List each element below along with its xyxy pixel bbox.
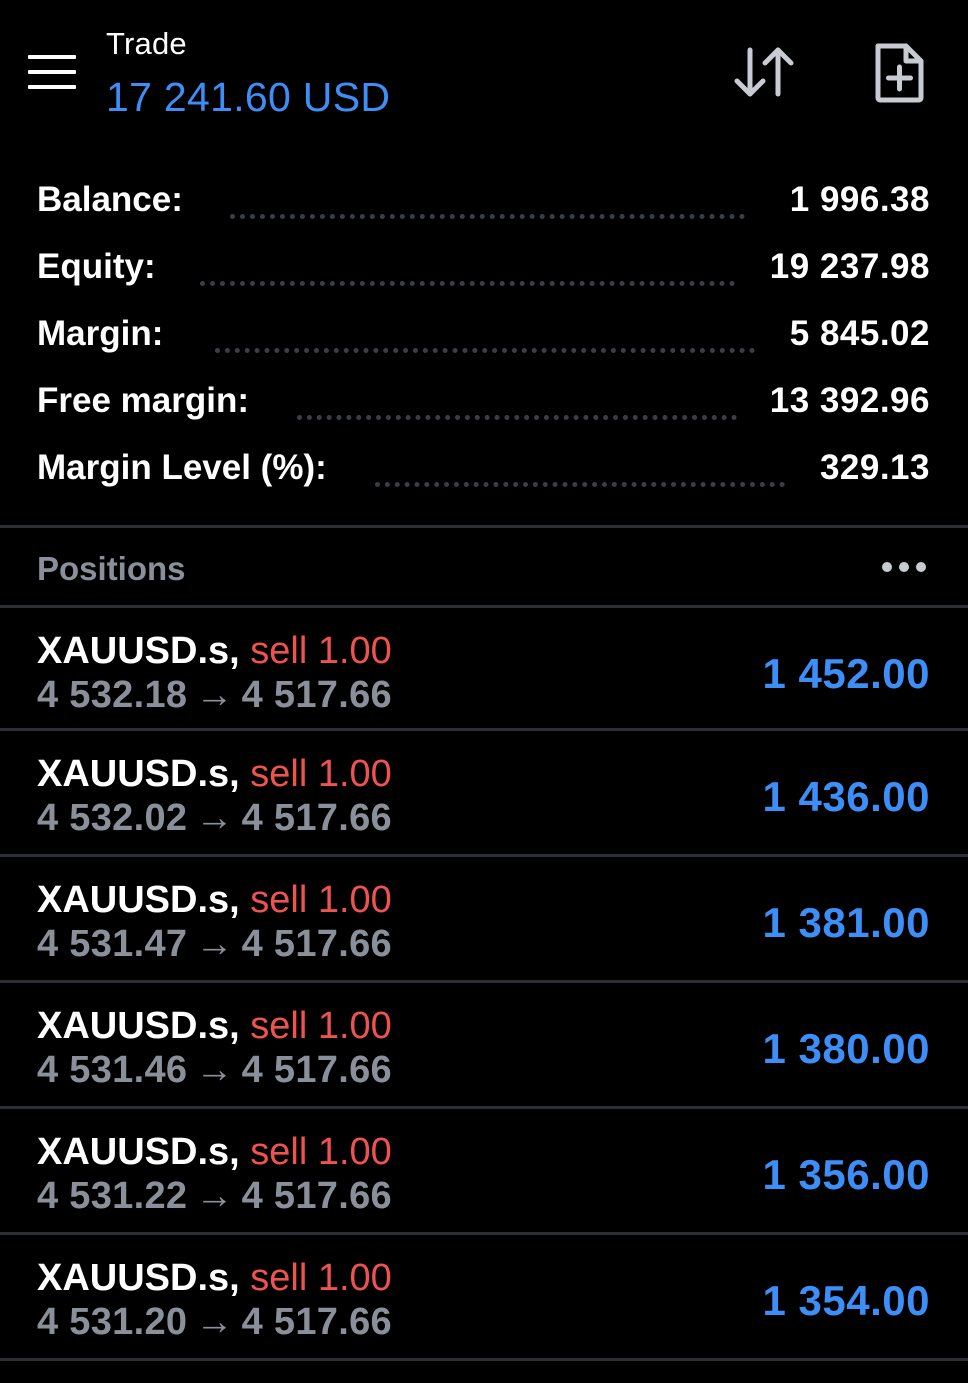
position-symbol: XAUUSD.s, bbox=[37, 1131, 240, 1173]
dot bbox=[882, 562, 892, 572]
position-prices: 4 531.47 → 4 517.66 bbox=[37, 923, 392, 966]
positions-list: XAUUSD.s, sell 1.00 4 532.18 → 4 517.66 1 … bbox=[0, 605, 968, 1361]
account-value: 17 241.60 USD bbox=[106, 74, 391, 120]
dot-leader bbox=[230, 189, 745, 219]
position-profit: 1 452.00 bbox=[762, 650, 930, 697]
position-symbol: XAUUSD.s, bbox=[37, 753, 240, 795]
position-side: sell 1.00 bbox=[250, 1005, 392, 1047]
position-title-line: XAUUSD.s, sell 1.00 bbox=[37, 1257, 392, 1300]
arrow-right-icon: → bbox=[195, 1175, 234, 1217]
current-price: 4 517.66 bbox=[241, 797, 392, 839]
free-margin-value: 13 392.96 bbox=[769, 381, 930, 420]
current-price: 4 517.66 bbox=[241, 674, 392, 716]
position-row[interactable]: XAUUSD.s, sell 1.00 4 532.02 → 4 517.66 1 … bbox=[0, 731, 968, 857]
arrow-right-icon: → bbox=[195, 1301, 234, 1343]
position-side: sell 1.00 bbox=[250, 1257, 392, 1299]
balance-row: Balance: 1 996.38 bbox=[0, 170, 968, 237]
arrow-right-icon: → bbox=[195, 1049, 234, 1091]
position-title-line: XAUUSD.s, sell 1.00 bbox=[37, 630, 392, 673]
position-row[interactable]: XAUUSD.s, sell 1.00 4 531.22 → 4 517.66 1 … bbox=[0, 1109, 968, 1235]
position-prices: 4 531.22 → 4 517.66 bbox=[37, 1175, 392, 1218]
dot-leader bbox=[297, 390, 737, 420]
position-prices: 4 531.46 → 4 517.66 bbox=[37, 1049, 392, 1092]
dot bbox=[899, 562, 909, 572]
open-price: 4 531.47 bbox=[37, 923, 188, 965]
open-price: 4 532.18 bbox=[37, 674, 188, 716]
position-side: sell 1.00 bbox=[250, 630, 392, 672]
position-profit: 1 381.00 bbox=[762, 899, 930, 946]
open-price: 4 531.46 bbox=[37, 1049, 188, 1091]
position-title-line: XAUUSD.s, sell 1.00 bbox=[37, 1005, 392, 1048]
position-symbol: XAUUSD.s, bbox=[37, 1257, 240, 1299]
positions-header: Positions bbox=[0, 528, 968, 605]
app-header: Trade 17 241.60 USD bbox=[0, 0, 968, 150]
free-margin-label: Free margin: bbox=[37, 381, 249, 420]
hamburger-menu-icon[interactable] bbox=[28, 55, 76, 89]
dot-leader bbox=[215, 323, 755, 353]
position-profit: 1 380.00 bbox=[762, 1025, 930, 1072]
menu-line bbox=[28, 55, 76, 59]
current-price: 4 517.66 bbox=[241, 1175, 392, 1217]
new-document-plus-icon[interactable] bbox=[872, 42, 926, 104]
equity-value: 19 237.98 bbox=[769, 247, 930, 286]
balance-value: 1 996.38 bbox=[789, 180, 930, 219]
current-price: 4 517.66 bbox=[241, 1301, 392, 1343]
current-price: 4 517.66 bbox=[241, 1049, 392, 1091]
equity-label: Equity: bbox=[37, 247, 156, 286]
position-title-line: XAUUSD.s, sell 1.00 bbox=[37, 753, 392, 796]
current-price: 4 517.66 bbox=[241, 923, 392, 965]
position-profit: 1 354.00 bbox=[762, 1277, 930, 1324]
position-title-line: XAUUSD.s, sell 1.00 bbox=[37, 1131, 392, 1174]
menu-line bbox=[28, 70, 76, 74]
position-row[interactable]: XAUUSD.s, sell 1.00 4 531.47 → 4 517.66 1 … bbox=[0, 857, 968, 983]
position-side: sell 1.00 bbox=[250, 1131, 392, 1173]
balance-label: Balance: bbox=[37, 180, 183, 219]
menu-line bbox=[28, 85, 76, 89]
position-row[interactable]: XAUUSD.s, sell 1.00 4 532.18 → 4 517.66 1 … bbox=[0, 605, 968, 731]
margin-level-label: Margin Level (%): bbox=[37, 448, 327, 487]
more-options-icon[interactable] bbox=[882, 556, 928, 578]
equity-row: Equity: 19 237.98 bbox=[0, 237, 968, 304]
arrow-right-icon: → bbox=[195, 674, 234, 716]
sort-arrows-icon[interactable] bbox=[732, 44, 796, 100]
position-prices: 4 532.02 → 4 517.66 bbox=[37, 797, 392, 840]
position-symbol: XAUUSD.s, bbox=[37, 630, 240, 672]
positions-title: Positions bbox=[37, 550, 186, 587]
position-row[interactable]: XAUUSD.s, sell 1.00 4 531.46 → 4 517.66 1 … bbox=[0, 983, 968, 1109]
open-price: 4 532.02 bbox=[37, 797, 188, 839]
position-side: sell 1.00 bbox=[250, 879, 392, 921]
open-price: 4 531.20 bbox=[37, 1301, 188, 1343]
position-profit: 1 356.00 bbox=[762, 1151, 930, 1198]
dot-leader bbox=[375, 457, 785, 487]
open-price: 4 531.22 bbox=[37, 1175, 188, 1217]
position-side: sell 1.00 bbox=[250, 753, 392, 795]
position-prices: 4 532.18 → 4 517.66 bbox=[37, 674, 392, 717]
position-row[interactable]: XAUUSD.s, sell 1.00 4 531.20 → 4 517.66 1 … bbox=[0, 1235, 968, 1361]
margin-label: Margin: bbox=[37, 314, 164, 353]
dot bbox=[916, 562, 926, 572]
arrow-right-icon: → bbox=[195, 797, 234, 839]
margin-row: Margin: 5 845.02 bbox=[0, 304, 968, 371]
position-profit: 1 436.00 bbox=[762, 773, 930, 820]
position-prices: 4 531.20 → 4 517.66 bbox=[37, 1301, 392, 1344]
page-title: Trade bbox=[106, 26, 187, 61]
position-title-line: XAUUSD.s, sell 1.00 bbox=[37, 879, 392, 922]
margin-value: 5 845.02 bbox=[789, 314, 930, 353]
margin-level-row: Margin Level (%): 329.13 bbox=[0, 438, 968, 505]
position-symbol: XAUUSD.s, bbox=[37, 879, 240, 921]
position-symbol: XAUUSD.s, bbox=[37, 1005, 240, 1047]
trade-screen: Trade 17 241.60 USD Balance: 1 996.38 Eq… bbox=[0, 0, 968, 1383]
free-margin-row: Free margin: 13 392.96 bbox=[0, 371, 968, 438]
dot-leader bbox=[200, 256, 735, 286]
arrow-right-icon: → bbox=[195, 923, 234, 965]
margin-level-value: 329.13 bbox=[819, 448, 930, 487]
